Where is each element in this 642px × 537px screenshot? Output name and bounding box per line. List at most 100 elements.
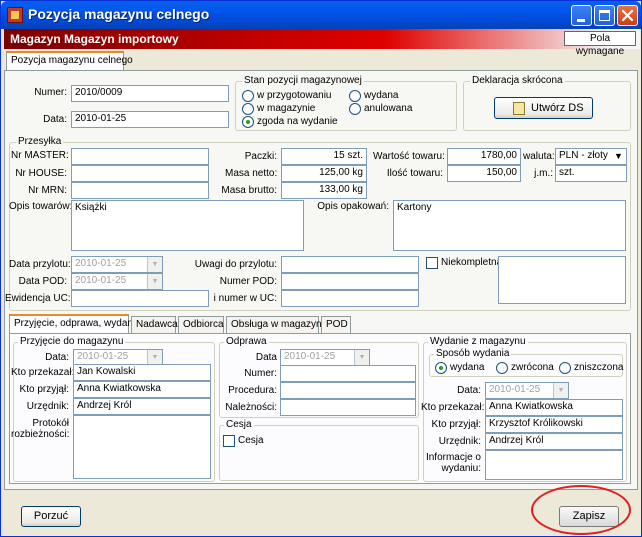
nr-mrn-field[interactable] [71, 182, 209, 199]
waluta-select[interactable]: PLN - złoty ▼ [555, 148, 627, 165]
wydanie-legend: Wydanie z magazynu [428, 336, 528, 347]
cesja-group: Cesja [219, 419, 419, 481]
nr-master-label: Nr MASTER: [11, 150, 69, 161]
data-pod-label: Data POD: [18, 276, 67, 287]
nr-house-label: Nr HOUSE: [15, 168, 67, 179]
wydanie-data-label: Data: [457, 385, 481, 396]
radio-anulowana[interactable] [349, 103, 361, 115]
masa-netto-field[interactable]: 125,00 kg [281, 165, 367, 182]
deklaracja-legend: Deklaracja skrócona [470, 75, 565, 86]
przyjecie-kto-przyjal-field[interactable]: Anna Kwiatkowska [73, 381, 211, 398]
chevron-down-icon: ▼ [553, 383, 568, 398]
data-pod-value: 2010-01-25 [75, 275, 127, 286]
protokol-field[interactable] [73, 415, 211, 479]
przyjecie-kto-przekazal-field[interactable]: Jan Kowalski [73, 364, 211, 381]
masa-brutto-field[interactable]: 133,00 kg [281, 182, 367, 199]
radio-wydana[interactable] [349, 90, 361, 102]
odprawa-numer-label: Numer: [244, 368, 277, 379]
procedura-label: Procedura: [228, 385, 277, 396]
highlight-annotation [531, 485, 631, 535]
header-band: Magazyn Magazyn importowy Pola wymagane [4, 29, 640, 57]
data-przylotu-label: Data przylotu: [9, 259, 71, 270]
info-wydanie-field[interactable] [485, 450, 623, 480]
tab-nadawca[interactable]: Nadawca [131, 316, 178, 334]
wydanie-data-picker[interactable]: 2010-01-25 ▼ [485, 382, 569, 399]
przyjecie-urzednik-field[interactable]: Andrzej Król [73, 398, 211, 415]
data-pod-picker[interactable]: 2010-01-25 ▼ [71, 273, 163, 290]
tab-pod[interactable]: POD [321, 316, 351, 334]
chevron-down-icon: ▼ [147, 274, 162, 289]
minimize-button[interactable] [571, 5, 592, 26]
opis-opakowan-field[interactable]: Kartony [393, 200, 626, 251]
odprawa-data-picker[interactable]: 2010-01-25 ▼ [280, 349, 370, 366]
sposob-wydania-legend: Sposób wydania [434, 348, 512, 359]
radio-zwrocona[interactable] [496, 362, 508, 374]
ewidencja-uc-field[interactable] [71, 290, 209, 307]
numer-w-uc-label: i numer w UC: [213, 293, 277, 304]
close-icon [621, 9, 634, 22]
numer-pod-label: Numer POD: [219, 276, 277, 287]
niekompletna-note-field[interactable] [498, 256, 626, 304]
document-icon [513, 102, 525, 115]
masa-netto-label: Masa netto: [225, 168, 278, 179]
radio-wydana-label: wydana [364, 90, 399, 101]
naleznosci-field[interactable] [280, 399, 416, 416]
radio-zniszczona-label: zniszczona [574, 362, 624, 373]
chevron-down-icon: ▼ [147, 257, 162, 272]
warehouse-title: Magazyn Magazyn importowy [10, 32, 179, 46]
odprawa-numer-field[interactable] [280, 365, 416, 382]
create-ds-label: Utwórz DS [531, 102, 584, 114]
numer-field[interactable]: 2010/0009 [71, 85, 229, 102]
tab-odbiorca[interactable]: Odbiorca [178, 316, 224, 334]
radio-wydanie-wydana-label: wydana [450, 362, 485, 373]
opis-towarow-field[interactable]: Książki [71, 200, 304, 251]
cancel-button[interactable]: Porzuć [21, 506, 81, 527]
numer-w-uc-field[interactable] [281, 290, 419, 307]
create-ds-button[interactable]: Utwórz DS [494, 97, 593, 119]
cesja-checkbox[interactable] [223, 435, 235, 447]
przyjecie-kto-przyjal-label: Kto przyjął: [19, 384, 69, 395]
radio-zgoda-na-wydanie[interactable] [242, 116, 254, 128]
chevron-down-icon: ▼ [354, 350, 369, 365]
ilosc-field[interactable]: 150,00 [447, 165, 521, 182]
numer-pod-field[interactable] [281, 273, 419, 290]
procedura-field[interactable] [280, 382, 416, 399]
tab-przyjecie[interactable]: Przyjęcie, odprawa, wydanie [9, 314, 141, 334]
naleznosci-label: Należności: [225, 402, 277, 413]
przyjecie-urzednik-label: Urzędnik: [26, 401, 69, 412]
wydanie-data-value: 2010-01-25 [489, 384, 541, 395]
data-field[interactable]: 2010-01-25 [71, 111, 229, 128]
wydanie-kto-przyjal-field[interactable]: Krzysztof Królikowski [485, 416, 623, 433]
paczki-label: Paczki: [244, 151, 277, 162]
jm-label: j.m.: [534, 168, 553, 179]
maximize-button[interactable] [594, 5, 615, 26]
przyjecie-kto-przekazal-label: Kto przekazał: [11, 367, 75, 378]
jm-field[interactable]: szt. [555, 165, 627, 182]
rozbieznosci-label: rozbieżności: [11, 429, 70, 440]
tab-obsluga[interactable]: Obsługa w magazynie [226, 316, 329, 334]
opis-opakowan-label: Opis opakowań: [317, 201, 389, 212]
stan-legend: Stan pozycji magazynowej [242, 75, 364, 86]
nr-master-field[interactable] [71, 148, 209, 165]
paczki-field[interactable]: 15 szt. [281, 148, 367, 165]
przyjecie-data-value: 2010-01-25 [77, 351, 129, 362]
data-przylotu-picker[interactable]: 2010-01-25 ▼ [71, 256, 163, 273]
radio-zniszczona[interactable] [559, 362, 571, 374]
radio-w-magazynie[interactable] [242, 103, 254, 115]
wydanie-kto-przekazal-field[interactable]: Anna Kwiatkowska [485, 399, 623, 416]
wydanie-kto-przekazal-label: Kto przekazał: [421, 402, 485, 413]
cesja-legend: Cesja [224, 419, 254, 430]
uwagi-field[interactable] [281, 256, 419, 273]
radio-w-magazynie-label: w magazynie [257, 103, 316, 114]
tab-pozycja[interactable]: Pozycja magazynu celnego [6, 51, 133, 71]
nr-house-field[interactable] [71, 165, 209, 182]
odprawa-data-value: 2010-01-25 [284, 351, 336, 362]
wartosc-field[interactable]: 1780,00 [447, 148, 521, 165]
radio-wydanie-wydana[interactable] [435, 362, 447, 374]
required-fields-button[interactable]: Pola wymagane [564, 31, 636, 57]
close-button[interactable] [617, 5, 638, 26]
radio-w-przygotowaniu[interactable] [242, 90, 254, 102]
title-bar[interactable]: Pozycja magazynu celnego [1, 1, 641, 29]
wydanie-urzednik-field[interactable]: Andrzej Król [485, 433, 623, 450]
niekompletna-checkbox[interactable] [426, 257, 438, 269]
